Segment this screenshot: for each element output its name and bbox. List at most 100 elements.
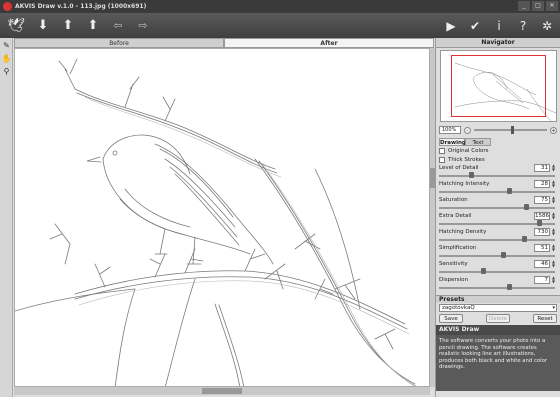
- param-slider-knob[interactable]: [481, 268, 487, 274]
- param-value-input[interactable]: 46: [534, 260, 550, 268]
- param-slider[interactable]: [439, 204, 555, 210]
- param-value-input[interactable]: 31: [534, 164, 550, 172]
- param-row: Sensitivity 46 ▲ ▼: [439, 260, 557, 276]
- spinner-arrows-icon[interactable]: ▲ ▼: [551, 180, 556, 188]
- settings-tabs: Drawing Text: [439, 138, 557, 146]
- param-value-input[interactable]: 730: [534, 228, 550, 236]
- param-value-input[interactable]: 51: [534, 244, 550, 252]
- original-colors-checkbox[interactable]: [439, 147, 445, 154]
- original-colors-option[interactable]: Original Colors: [439, 146, 560, 155]
- save-preset-button[interactable]: Save: [439, 314, 463, 323]
- param-slider-knob[interactable]: [524, 204, 529, 210]
- param-label: Dispersion: [439, 277, 469, 283]
- settings-icon[interactable]: ✲: [538, 15, 556, 37]
- navigator-title: Navigator: [436, 38, 560, 48]
- horizontal-scroll-thumb[interactable]: [202, 388, 242, 394]
- chevron-down-icon: ▾: [552, 305, 555, 311]
- about-description: The software converts your photo into a …: [436, 335, 560, 391]
- logo-bird-icon: 🕊: [7, 17, 25, 34]
- param-slider[interactable]: [439, 284, 555, 290]
- save-icon[interactable]: ⬆: [57, 15, 79, 37]
- zoom-controls: 100% - +: [439, 124, 557, 136]
- spinner-arrows-icon[interactable]: ▲ ▼: [551, 228, 556, 236]
- tab-after[interactable]: After: [224, 38, 434, 48]
- view-tabs: Before After: [14, 38, 434, 48]
- spinner-arrows-icon[interactable]: ▲ ▼: [551, 276, 556, 284]
- param-slider-knob[interactable]: [536, 220, 542, 226]
- param-slider[interactable]: [439, 172, 555, 178]
- navigator-view-frame[interactable]: [451, 55, 546, 117]
- info-icon[interactable]: i: [490, 15, 508, 37]
- spinner-arrows-icon[interactable]: ▲ ▼: [551, 164, 556, 172]
- param-value-input[interactable]: 75: [534, 196, 550, 204]
- undo-icon[interactable]: ⇦: [107, 15, 129, 37]
- param-slider-knob[interactable]: [500, 252, 506, 258]
- pencil-tool-icon[interactable]: ✎: [1, 40, 12, 51]
- param-row: Extra Detail 1586 ▲ ▼: [439, 212, 557, 228]
- param-slider[interactable]: [439, 268, 555, 274]
- horizontal-scrollbar[interactable]: [14, 387, 430, 395]
- redo-icon[interactable]: ⇨: [132, 15, 154, 37]
- spinner-arrows-icon[interactable]: ▲ ▼: [551, 196, 556, 204]
- param-row: Hatching Density 730 ▲ ▼: [439, 228, 557, 244]
- window-title: AKVIS Draw v.1.0 - 113.jpg (1000x691): [15, 3, 147, 10]
- toolbar: 🕊 ⬇ ⬆ ⬆ ⇦ ⇨ ▶ ✔ i ? ✲: [0, 13, 560, 38]
- param-value-input[interactable]: 28: [534, 180, 550, 188]
- spinner-arrows-icon[interactable]: ▲ ▼: [551, 244, 556, 252]
- spinner-arrows-icon[interactable]: ▲ ▼: [551, 212, 556, 220]
- zoom-slider-knob[interactable]: [510, 126, 514, 134]
- thick-strokes-option[interactable]: Thick Strokes: [439, 155, 560, 164]
- zoom-tool-icon[interactable]: ⚲: [1, 66, 12, 77]
- app-logo-icon: [3, 2, 12, 11]
- param-row: Hatching Intensity 28 ▲ ▼: [439, 180, 557, 196]
- delete-preset-button[interactable]: Delete: [486, 314, 510, 323]
- param-row: Saturation 75 ▲ ▼: [439, 196, 557, 212]
- preset-selected: zagotovkaQ: [442, 305, 475, 311]
- zoom-in-button[interactable]: +: [550, 126, 557, 134]
- preset-buttons: Save Delete Reset: [439, 314, 557, 323]
- zoom-select[interactable]: 100%: [439, 126, 461, 134]
- close-button[interactable]: ✕: [546, 1, 558, 11]
- param-value-input[interactable]: 1586: [534, 212, 550, 220]
- param-label: Level of Detail: [439, 165, 479, 171]
- help-icon[interactable]: ?: [514, 15, 532, 37]
- open-icon[interactable]: ⬇: [32, 15, 54, 37]
- param-value-input[interactable]: 7: [534, 276, 550, 284]
- spinner-arrows-icon[interactable]: ▲ ▼: [551, 260, 556, 268]
- hand-tool-icon[interactable]: ✋: [1, 53, 12, 64]
- param-slider-knob[interactable]: [506, 188, 512, 194]
- print-icon[interactable]: ⬆: [82, 15, 104, 37]
- tab-before[interactable]: Before: [14, 38, 224, 48]
- param-label: Hatching Intensity: [439, 181, 490, 187]
- zoom-out-button[interactable]: -: [464, 126, 471, 134]
- param-slider-knob[interactable]: [469, 172, 475, 178]
- param-label: Saturation: [439, 197, 468, 203]
- preset-dropdown[interactable]: zagotovkaQ ▾: [439, 304, 557, 312]
- maximize-button[interactable]: □: [532, 1, 544, 11]
- run-icon[interactable]: ▶: [442, 15, 460, 37]
- param-label: Sensitivity: [439, 261, 468, 267]
- navigator-preview[interactable]: [440, 50, 557, 122]
- param-slider[interactable]: [439, 236, 555, 242]
- original-colors-label: Original Colors: [448, 147, 489, 154]
- tab-drawing[interactable]: Drawing: [439, 138, 466, 146]
- thick-strokes-checkbox[interactable]: [439, 156, 445, 163]
- settings-panel: Navigator 100% - + Drawing Text Original…: [435, 38, 560, 397]
- apply-icon[interactable]: ✔: [466, 15, 484, 37]
- param-slider-knob[interactable]: [521, 236, 527, 242]
- param-label: Hatching Density: [439, 229, 487, 235]
- image-canvas[interactable]: [14, 48, 430, 387]
- tab-text[interactable]: Text: [465, 138, 491, 146]
- param-row: Simplification 51 ▲ ▼: [439, 244, 557, 260]
- param-slider[interactable]: [439, 252, 555, 258]
- pencil-drawing-bird-image: [15, 58, 417, 386]
- minimize-button[interactable]: _: [518, 1, 530, 11]
- param-label: Extra Detail: [439, 213, 472, 219]
- param-slider[interactable]: [439, 188, 555, 194]
- tool-strip: ✎ ✋ ⚲: [0, 38, 13, 397]
- parameter-list: Level of Detail 31 ▲ ▼ Hatching Intensity 28 ▲…: [436, 164, 560, 292]
- param-slider-knob[interactable]: [506, 284, 512, 290]
- zoom-slider[interactable]: [474, 126, 547, 134]
- param-slider[interactable]: [439, 220, 555, 226]
- reset-button[interactable]: Reset: [533, 314, 557, 323]
